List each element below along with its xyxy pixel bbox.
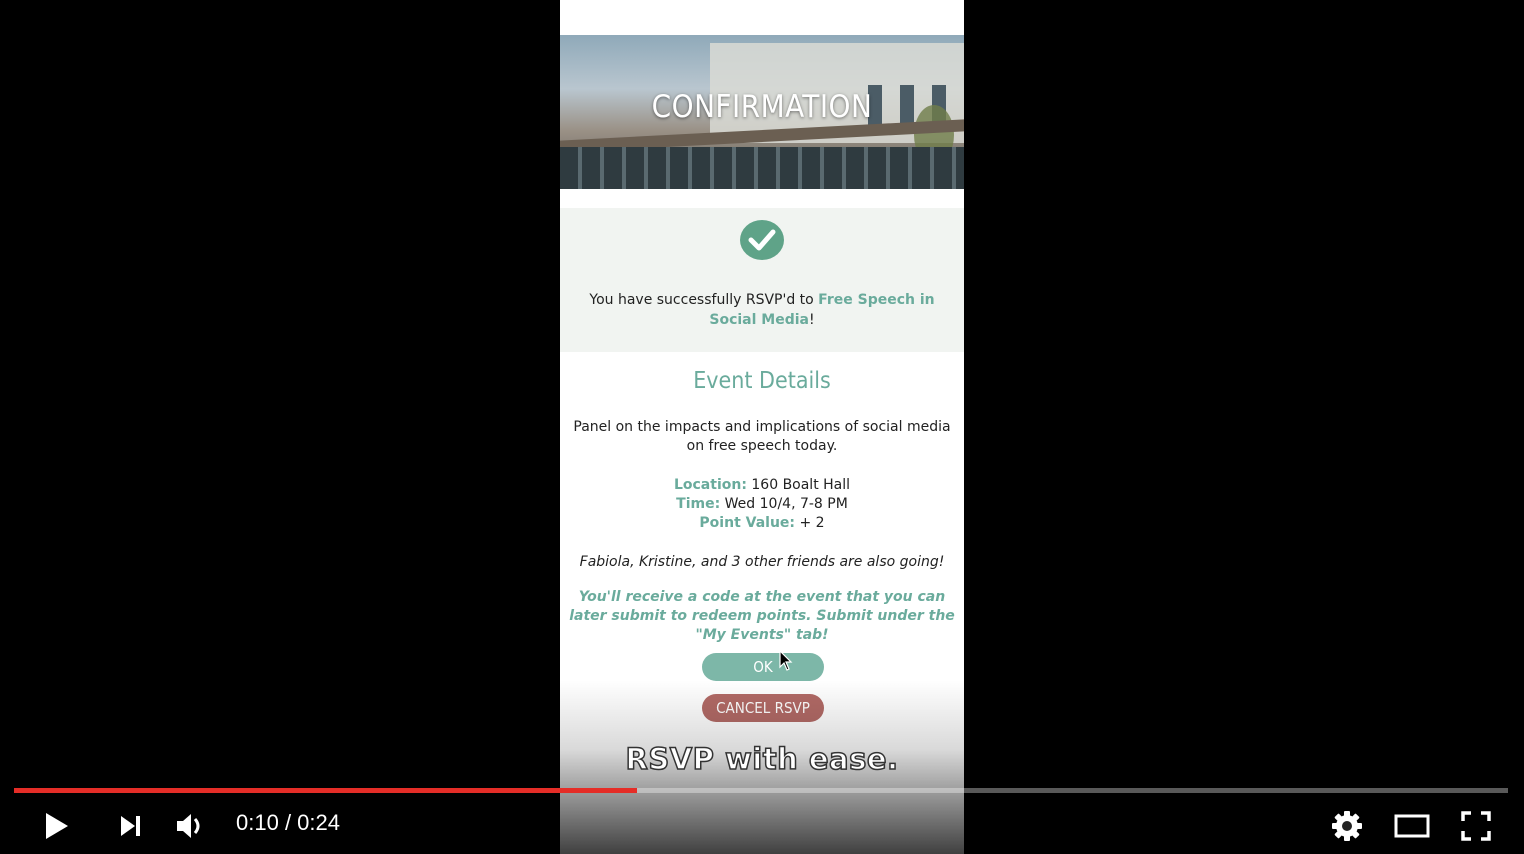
theater-mode-icon[interactable]	[1392, 808, 1432, 844]
duration: 0:24	[297, 810, 340, 835]
points-row: Point Value: + 2	[560, 514, 964, 533]
confirmation-message: You have successfully RSVP'd to Free Spe…	[580, 290, 944, 330]
settings-icon[interactable]	[1328, 806, 1366, 846]
redeem-note: You'll receive a code at the event that …	[569, 589, 955, 643]
fullscreen-icon[interactable]	[1456, 806, 1496, 846]
points-label: Point Value:	[699, 515, 796, 531]
cancel-rsvp-button[interactable]: CANCEL RSVP	[702, 694, 824, 722]
points-value: + 2	[799, 515, 825, 531]
time-row: Time: Wed 10/4, 7-8 PM	[560, 495, 964, 514]
volume-icon[interactable]	[170, 806, 210, 846]
time-display: 0:10 / 0:24	[236, 810, 340, 836]
location-value: 160 Boalt Hall	[751, 477, 851, 493]
event-details-heading: Event Details	[693, 368, 831, 394]
location-label: Location:	[673, 477, 747, 493]
friends-going: Fabiola, Kristine, and 3 other friends a…	[579, 554, 945, 570]
checkmark-icon	[740, 220, 784, 260]
progress-played	[14, 788, 637, 793]
confirmation-panel: You have successfully RSVP'd to Free Spe…	[560, 208, 964, 352]
hero-banner: CONFIRMATION	[560, 35, 964, 189]
ok-button[interactable]: OK	[702, 653, 824, 681]
location-row: Location: 160 Boalt Hall	[560, 476, 964, 495]
time-label: Time:	[676, 496, 721, 512]
page-title: CONFIRMATION	[651, 89, 873, 125]
confirmation-suffix: !	[809, 312, 815, 328]
next-icon[interactable]	[112, 808, 148, 844]
play-icon[interactable]	[38, 808, 74, 844]
time-value: Wed 10/4, 7-8 PM	[724, 496, 848, 512]
event-description: Panel on the impacts and implications of…	[573, 419, 951, 454]
time-separator: /	[278, 810, 298, 835]
progress-bar[interactable]	[14, 788, 1508, 793]
phone-screen: CONFIRMATION You have successfully RSVP'…	[560, 0, 964, 854]
current-time: 0:10	[236, 810, 279, 835]
mouse-cursor-icon	[779, 650, 793, 671]
confirmation-prefix: You have successfully RSVP'd to	[589, 292, 819, 308]
video-caption: RSVP with ease.	[625, 741, 899, 777]
